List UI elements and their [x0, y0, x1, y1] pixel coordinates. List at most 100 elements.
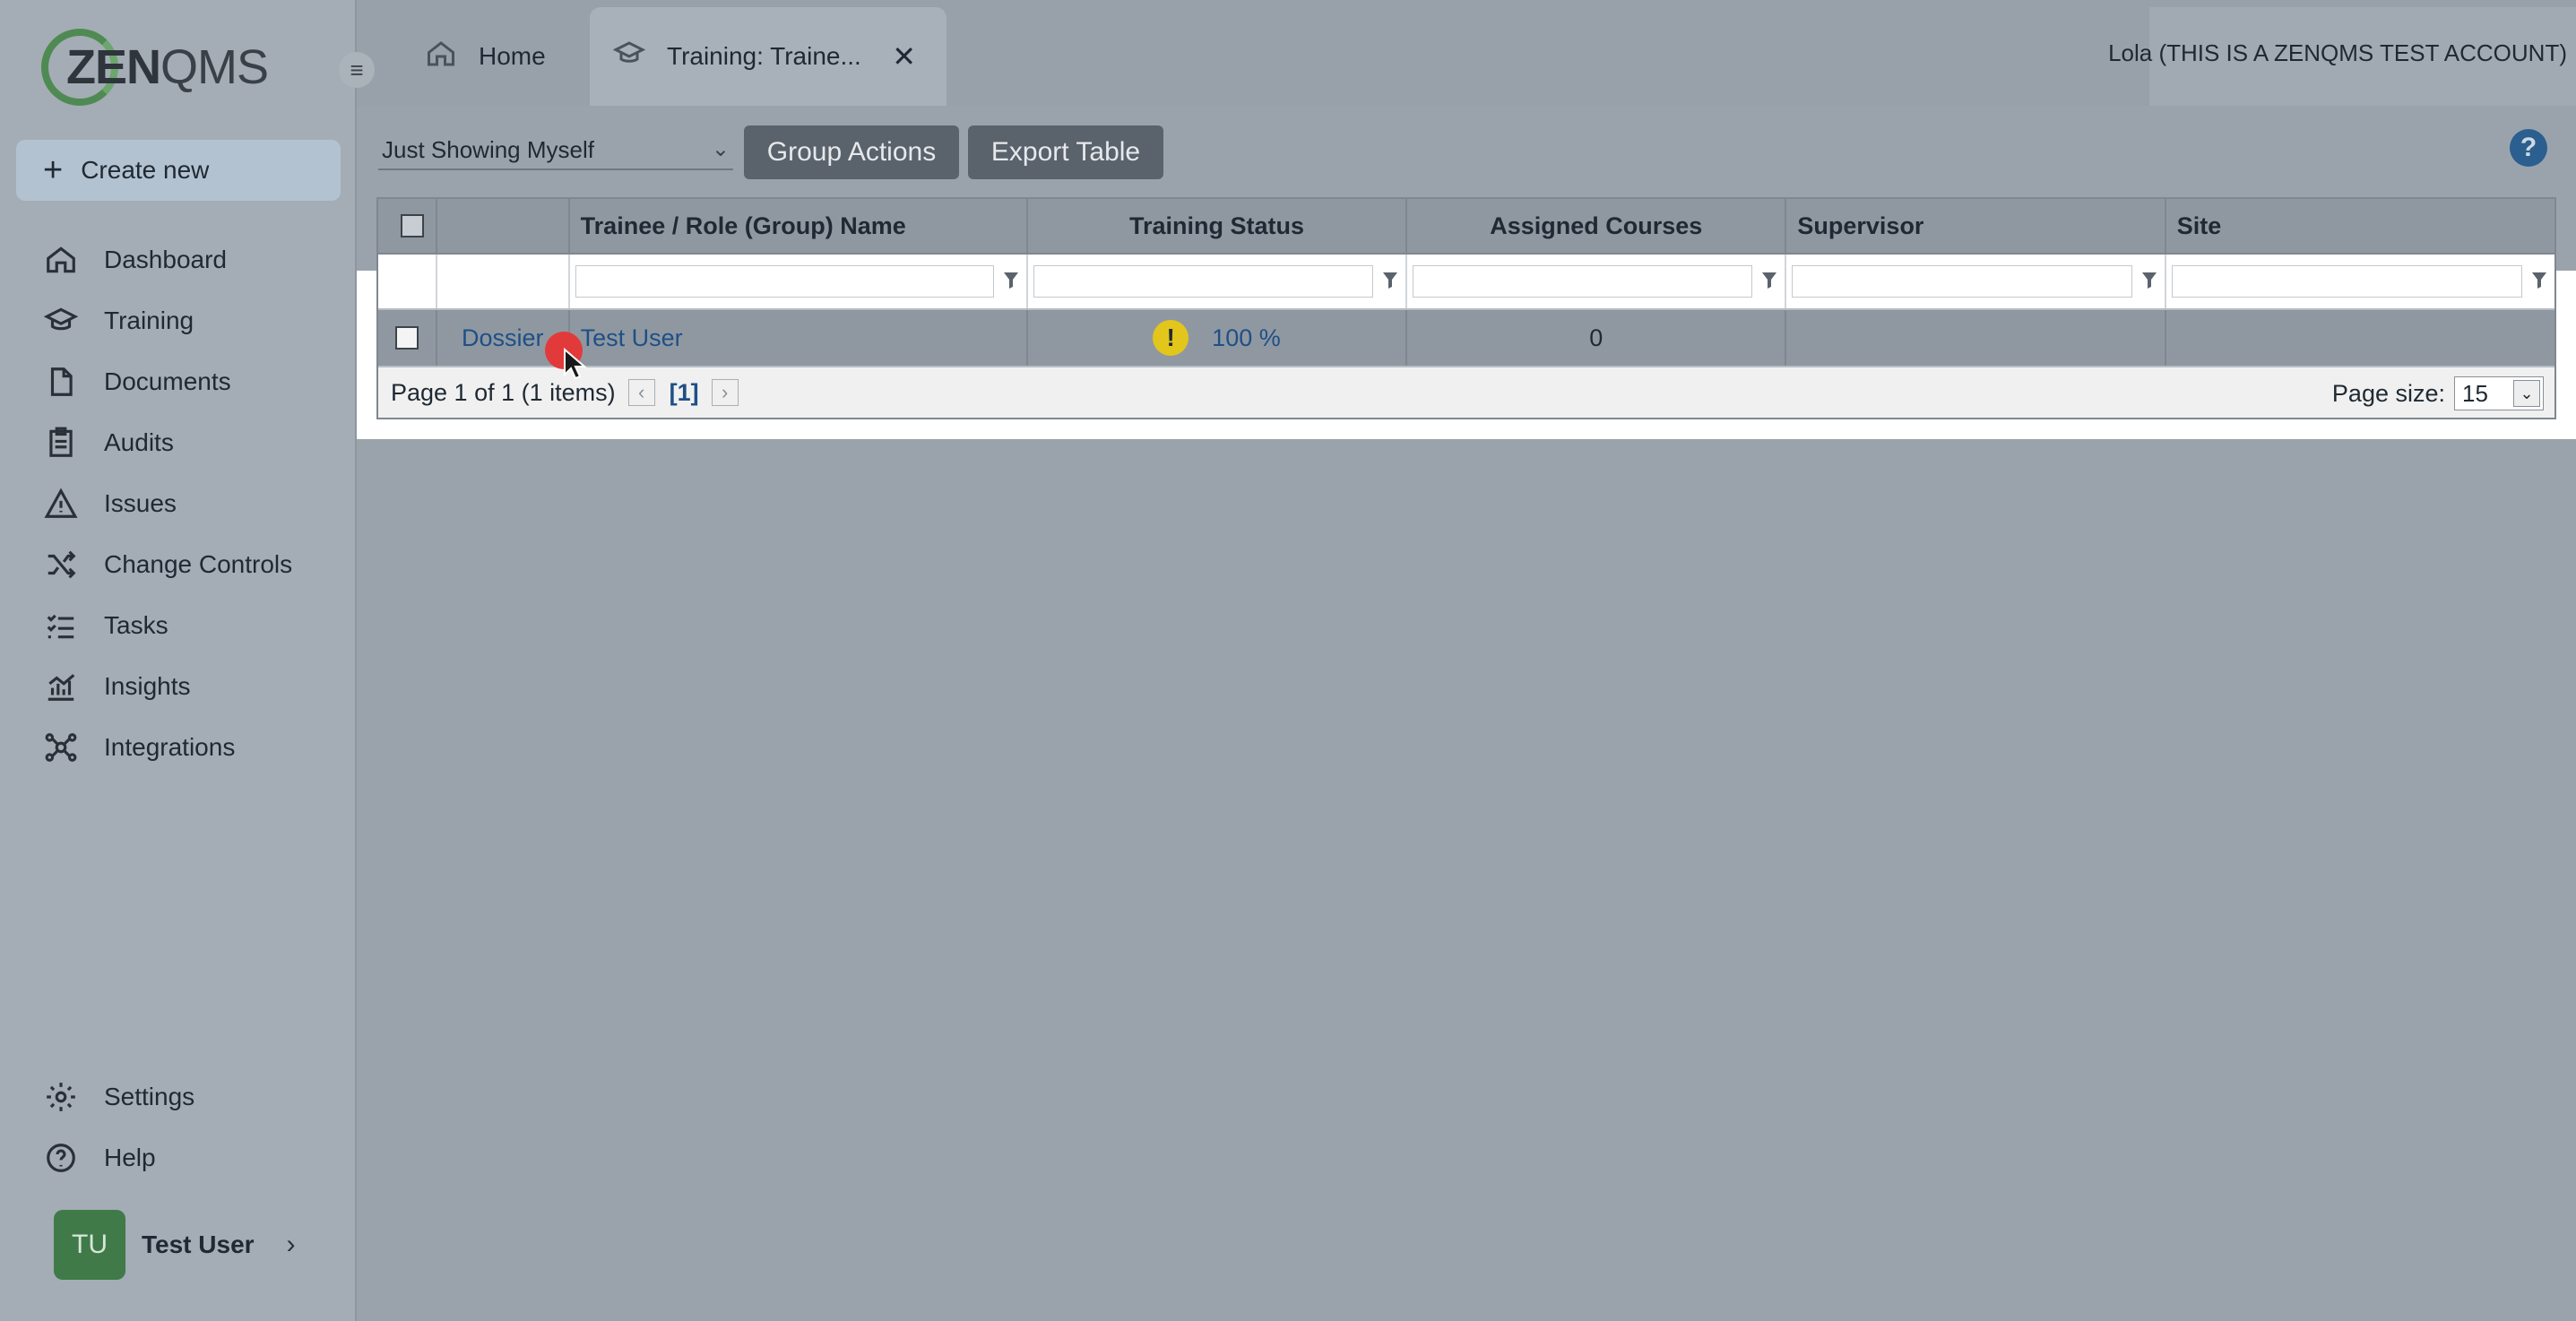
account-name[interactable]: Lola (THIS IS A ZENQMS TEST ACCOUNT) — [2108, 39, 2567, 67]
chevron-right-icon[interactable]: › — [711, 379, 739, 406]
chart-icon — [43, 669, 79, 704]
sidebar-item-integrations[interactable]: Integrations — [0, 717, 357, 778]
sidebar: ZENQMS + Create new Dashboard Training D… — [0, 0, 357, 1321]
scope-dropdown-value: Just Showing Myself — [382, 136, 594, 163]
filter-row — [378, 255, 2554, 310]
tab-training[interactable]: Training: Traine... ✕ — [590, 7, 947, 106]
pager-summary: Page 1 of 1 (1 items) — [391, 378, 616, 406]
select-all-checkbox[interactable] — [400, 214, 424, 237]
table-row: Dossier Test User ! 100 % 0 — [378, 310, 2554, 366]
sidebar-item-label: Training — [104, 307, 194, 334]
row-checkbox[interactable] — [394, 326, 419, 350]
filter-icon[interactable] — [1761, 271, 1777, 290]
header-supervisor[interactable]: Supervisor — [1786, 199, 2166, 253]
supervisor-filter-input[interactable] — [1792, 265, 2132, 298]
clipboard-icon — [43, 425, 79, 461]
header-training-status[interactable]: Training Status — [1028, 199, 1408, 253]
page-size-label: Page size: — [2331, 379, 2445, 407]
site-filter-input[interactable] — [2171, 265, 2522, 298]
sidebar-item-tasks[interactable]: Tasks — [0, 595, 357, 656]
header-site[interactable]: Site — [2166, 199, 2554, 253]
page-size-value: 15 — [2462, 379, 2488, 407]
status-filter-input[interactable] — [1033, 265, 1374, 298]
filter-icon[interactable] — [2141, 271, 2157, 290]
user-menu[interactable]: TU Test User › — [54, 1210, 296, 1280]
sidebar-item-label: Settings — [104, 1083, 195, 1110]
sidebar-item-documents[interactable]: Documents — [0, 351, 357, 412]
home-icon — [43, 242, 79, 278]
sidebar-item-change-controls[interactable]: Change Controls — [0, 534, 357, 595]
chevron-left-icon[interactable]: ‹ — [627, 379, 655, 406]
sidebar-item-dashboard[interactable]: Dashboard — [0, 229, 357, 290]
trainee-name-link[interactable]: Test User — [581, 324, 683, 352]
row-site-cell — [2166, 310, 2554, 366]
avatar: TU — [54, 1210, 125, 1280]
page-size-select[interactable]: 15 ⌄ — [2454, 376, 2544, 410]
page-size-control: Page size: 15 ⌄ — [2332, 376, 2544, 410]
home-icon — [425, 38, 457, 76]
graduation-cap-icon — [43, 303, 79, 339]
chevron-down-icon: ⌄ — [2513, 380, 2540, 407]
tab-bar: Home Training: Traine... ✕ Lola (THIS IS… — [357, 0, 2576, 106]
filter-cell-site — [2166, 255, 2554, 308]
hub-icon — [43, 730, 79, 765]
tab-label: Home — [479, 42, 546, 70]
header-trainee-name[interactable]: Trainee / Role (Group) Name — [570, 199, 1028, 253]
scope-dropdown[interactable]: Just Showing Myself ⌄ — [378, 125, 733, 170]
row-select-cell — [378, 310, 437, 366]
sidebar-item-insights[interactable]: Insights — [0, 656, 357, 717]
zenqms-logo[interactable]: ZENQMS — [41, 27, 269, 108]
sidebar-item-issues[interactable]: Issues — [0, 473, 357, 534]
filter-icon[interactable] — [1003, 271, 1019, 290]
sidebar-item-audits[interactable]: Audits — [0, 412, 357, 473]
header-actions — [437, 199, 570, 253]
group-actions-button[interactable]: Group Actions — [744, 125, 959, 179]
name-filter-input[interactable] — [575, 265, 994, 298]
sidebar-item-label: Integrations — [104, 733, 236, 761]
filter-cell-status — [1028, 255, 1408, 308]
close-icon[interactable]: ✕ — [892, 39, 916, 73]
help-circle-icon — [43, 1140, 79, 1176]
sidebar-item-label: Change Controls — [104, 550, 293, 578]
graduation-cap-icon — [612, 38, 646, 76]
sidebar-item-help[interactable]: Help — [0, 1127, 357, 1188]
sidebar-item-label: Insights — [104, 672, 191, 700]
filter-icon[interactable] — [2531, 271, 2547, 290]
sidebar-item-label: Help — [104, 1144, 156, 1171]
help-icon[interactable]: ? — [2510, 129, 2547, 167]
trainee-grid: Trainee / Role (Group) Name Training Sta… — [376, 197, 2556, 419]
user-name: Test User — [142, 1230, 255, 1258]
sidebar-item-label: Audits — [104, 428, 174, 456]
document-icon — [43, 364, 79, 400]
current-page[interactable]: [1] — [670, 379, 699, 407]
sidebar-item-label: Dashboard — [104, 246, 227, 273]
courses-filter-input[interactable] — [1413, 265, 1753, 298]
export-table-button[interactable]: Export Table — [968, 125, 1163, 179]
warning-icon: ! — [1153, 320, 1189, 356]
plus-icon: + — [43, 151, 64, 189]
checklist-icon — [43, 608, 79, 643]
chevron-right-icon: › — [286, 1230, 296, 1259]
sidebar-item-settings[interactable]: Settings — [0, 1066, 357, 1127]
warning-triangle-icon — [43, 486, 79, 522]
header-assigned-courses[interactable]: Assigned Courses — [1407, 199, 1787, 253]
filter-cell-empty — [437, 255, 570, 308]
dossier-link[interactable]: Dossier — [462, 324, 544, 352]
header-select-all[interactable] — [378, 199, 437, 253]
filter-cell-courses — [1407, 255, 1787, 308]
create-new-button[interactable]: + Create new — [16, 140, 341, 201]
training-status-link[interactable]: 100 % — [1212, 324, 1281, 352]
grid-header: Trainee / Role (Group) Name Training Sta… — [378, 199, 2554, 255]
sidebar-item-label: Documents — [104, 367, 231, 395]
filter-icon[interactable] — [1382, 271, 1398, 290]
sidebar-item-training[interactable]: Training — [0, 290, 357, 351]
sidebar-nav: Dashboard Training Documents Audits Issu… — [0, 229, 357, 778]
row-supervisor-cell — [1786, 310, 2166, 366]
pager: Page 1 of 1 (1 items) ‹ [1] › Page size:… — [378, 366, 2554, 418]
create-new-label: Create new — [81, 156, 210, 184]
chevron-down-icon: ⌄ — [711, 137, 730, 161]
sidebar-collapse-button[interactable]: ≡ — [339, 52, 375, 88]
gear-icon — [43, 1079, 79, 1115]
tab-home[interactable]: Home — [425, 7, 546, 106]
sidebar-item-label: Tasks — [104, 611, 169, 639]
